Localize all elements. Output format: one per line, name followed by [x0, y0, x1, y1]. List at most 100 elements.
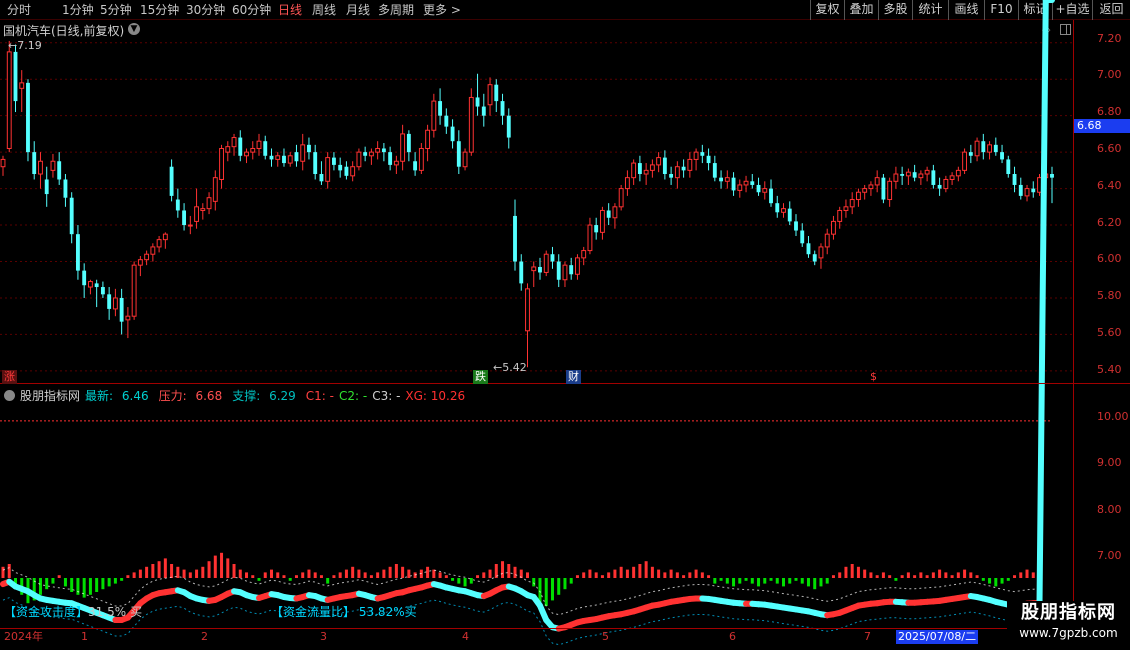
current-date-tag: 2025/07/08/二: [896, 630, 979, 644]
flow-bar: [1025, 569, 1029, 578]
candle-body: [282, 155, 286, 164]
flow-bar: [326, 578, 330, 584]
flow-bar: [913, 575, 917, 578]
flow-bar: [988, 578, 992, 584]
candle-body: [724, 177, 730, 182]
candle-body: [300, 144, 306, 162]
y-tick-label: 6.40: [1097, 179, 1122, 192]
candle-body: [468, 96, 474, 153]
panel-divider[interactable]: [0, 383, 1130, 384]
flow-bar: [844, 566, 848, 578]
candle-body: [775, 203, 780, 213]
candle-body: [618, 188, 624, 208]
candle-body: [1018, 184, 1023, 196]
candle-body: [575, 257, 580, 275]
flow-bar: [663, 572, 667, 578]
candle-body: [900, 174, 905, 176]
candle-body: [1012, 174, 1017, 185]
candle-body: [400, 133, 406, 162]
candle-body: [519, 261, 524, 284]
timeline-month: 2: [201, 630, 208, 643]
indicator-settings-icon[interactable]: [4, 390, 15, 401]
flow-bar: [307, 569, 311, 578]
flow-bar: [969, 572, 973, 578]
flow-bar: [151, 564, 155, 578]
event-marker-limit-up[interactable]: 涨: [2, 370, 17, 384]
flow-bar: [63, 578, 67, 587]
flow-bar: [975, 575, 979, 578]
flow-bar: [819, 578, 823, 587]
flow-bar: [88, 578, 92, 595]
flow-bar: [357, 569, 361, 578]
candle-body: [943, 178, 949, 190]
candle-body: [987, 144, 992, 153]
flow-ratio-label: 【资金流量比】 53.82%买: [271, 603, 417, 620]
flow-bar: [919, 572, 923, 578]
candle-body: [112, 297, 118, 310]
flow-bar: [288, 578, 292, 581]
candle-body: [887, 180, 893, 201]
candle-body: [968, 152, 973, 156]
flow-bar: [625, 569, 629, 578]
y-tick-label: 7.20: [1097, 32, 1122, 45]
event-marker-financial[interactable]: 财: [566, 370, 581, 384]
flow-bar: [757, 578, 761, 587]
flow-bar: [725, 578, 729, 584]
candle-body: [712, 163, 717, 178]
indicator-name[interactable]: 股朋指标网: [20, 389, 80, 403]
candle-body: [737, 184, 743, 191]
event-marker-limit-down[interactable]: 跌: [473, 370, 488, 384]
candle-body: [550, 254, 555, 262]
candle-body: [831, 220, 836, 235]
chart-canvas[interactable]: [0, 0, 1130, 650]
flow-bar: [238, 569, 242, 578]
flow-bar: [744, 578, 748, 581]
candle-body: [794, 221, 798, 231]
flow-bar: [894, 578, 898, 581]
indicator-y-tick: 9.00: [1097, 456, 1122, 469]
candle-body: [431, 100, 437, 131]
flow-bar: [638, 564, 642, 578]
timeline-month: 4: [462, 630, 469, 643]
flow-bar: [113, 578, 117, 584]
flow-bar: [875, 575, 879, 578]
candle-body: [388, 152, 393, 165]
flow-bar: [825, 578, 829, 584]
flow-bar: [138, 569, 142, 578]
candle-body: [50, 160, 56, 171]
flow-bar: [363, 572, 367, 578]
flow-bar: [813, 578, 817, 590]
flow-bar: [675, 572, 679, 578]
candle-body: [955, 169, 961, 177]
watermark-url: www.7gpzb.com: [1019, 626, 1118, 640]
flow-bar: [869, 572, 873, 578]
flow-bar: [482, 572, 486, 578]
flow-bar: [263, 572, 267, 578]
flow-bar: [575, 575, 579, 578]
flow-bar: [294, 575, 298, 578]
candle-body: [612, 206, 618, 219]
flow-bar: [507, 564, 511, 578]
flow-bar: [994, 578, 998, 587]
candle-body: [162, 233, 168, 241]
flow-bar: [488, 569, 492, 578]
candle-body: [381, 148, 386, 153]
timeline-month: 3: [320, 630, 327, 643]
candle-body: [344, 166, 349, 176]
y-tick-label: 6.80: [1097, 105, 1122, 118]
flow-bar: [694, 569, 698, 578]
y-tick-label: 6.00: [1097, 252, 1122, 265]
candle-body: [194, 206, 200, 222]
candle-body: [681, 166, 686, 171]
flow-bar: [344, 569, 348, 578]
flow-bar: [269, 569, 273, 578]
event-marker-dividend[interactable]: $: [868, 370, 879, 384]
flow-bar: [856, 566, 860, 578]
flow-bar: [557, 578, 561, 595]
flow-bar: [401, 566, 405, 578]
candle-body: [924, 169, 930, 175]
xg-value: XG: 10.26: [405, 389, 466, 403]
candle-body: [581, 250, 587, 259]
flow-bar: [438, 572, 442, 578]
flow-bar: [906, 572, 910, 578]
